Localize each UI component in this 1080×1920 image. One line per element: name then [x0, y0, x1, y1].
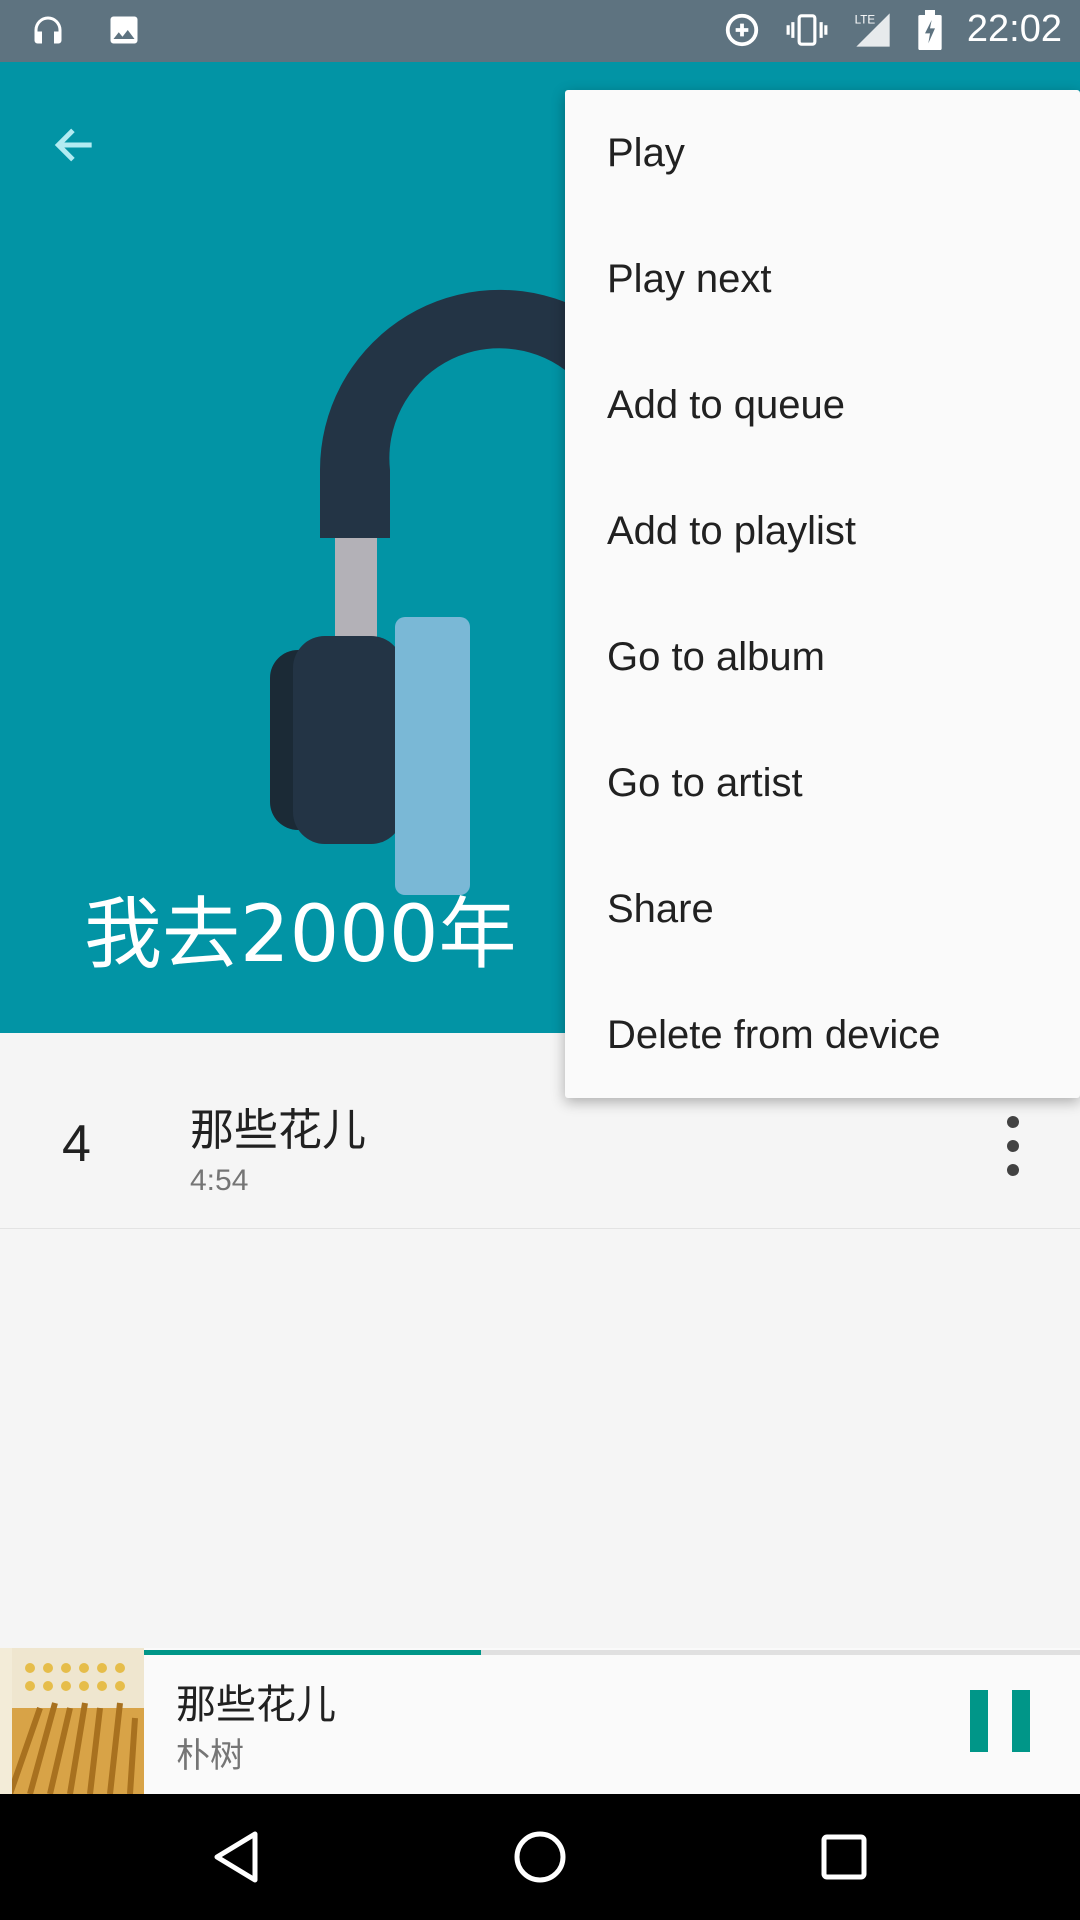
triangle-back-icon: [214, 1831, 258, 1883]
nav-recents-button[interactable]: [804, 1817, 884, 1897]
mini-player[interactable]: [0, 1648, 1080, 1794]
data-saver-icon: [725, 13, 759, 46]
menu-item-play-next[interactable]: Play next: [565, 216, 1080, 342]
menu-item-share[interactable]: Share: [565, 846, 1080, 972]
svg-text:LTE: LTE: [855, 13, 876, 26]
circle-home-icon: [514, 1831, 566, 1883]
track-number: 4: [62, 1115, 91, 1173]
album-title: 我去2000年: [84, 890, 517, 980]
back-button[interactable]: [40, 110, 110, 180]
signal-lte-icon: LTE: [855, 12, 890, 47]
arrow-back-icon: [54, 128, 92, 162]
mini-player-progress-bar: [144, 1650, 1080, 1655]
navigation-bar: [0, 1794, 1080, 1920]
album-thumbnail[interactable]: [0, 1648, 144, 1794]
vibrate-icon: [786, 13, 828, 46]
menu-item-go-to-album[interactable]: Go to album: [565, 594, 1080, 720]
pause-button[interactable]: [970, 1690, 1030, 1752]
album-cover-wheat-image: [0, 1648, 144, 1794]
nav-back-button[interactable]: [196, 1817, 276, 1897]
mini-player-title: 那些花儿: [176, 1682, 336, 1728]
menu-item-go-to-artist[interactable]: Go to artist: [565, 720, 1080, 846]
context-menu: Play Play next Add to queue Add to playl…: [565, 90, 1080, 1098]
image-icon: [110, 16, 138, 44]
square-recents-icon: [821, 1834, 867, 1880]
track-title: 那些花儿: [190, 1105, 366, 1156]
track-duration: 4:54: [190, 1164, 249, 1197]
menu-item-add-to-queue[interactable]: Add to queue: [565, 342, 1080, 468]
progress-fill: [144, 1650, 481, 1655]
status-bar: LTE 22:02: [0, 0, 1080, 62]
more-options-icon[interactable]: [990, 1116, 1036, 1176]
status-time: 22:02: [966, 8, 1062, 50]
menu-item-play[interactable]: Play: [565, 90, 1080, 216]
battery-charging-icon: [918, 9, 942, 50]
mini-player-artist: 朴树: [176, 1736, 244, 1776]
nav-home-button[interactable]: [500, 1817, 580, 1897]
menu-item-add-to-playlist[interactable]: Add to playlist: [565, 468, 1080, 594]
headphones-icon: [34, 16, 62, 44]
menu-item-delete-from-device[interactable]: Delete from device: [565, 972, 1080, 1098]
